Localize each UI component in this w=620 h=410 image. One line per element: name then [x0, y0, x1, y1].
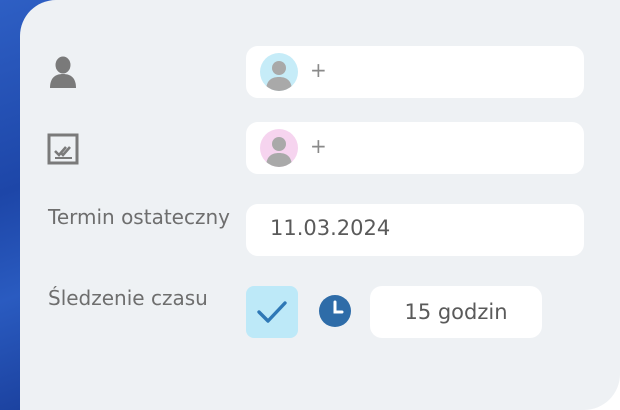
deadline-date-input[interactable]: 11.03.2024	[246, 204, 584, 256]
add-assignee-button[interactable]: +	[310, 58, 327, 82]
person-icon	[46, 54, 80, 88]
user-avatar-icon	[260, 129, 298, 167]
checkmark-icon	[257, 301, 287, 323]
deadline-date-value: 11.03.2024	[270, 216, 391, 240]
clock-icon	[318, 294, 352, 328]
time-tracking-label: Śledzenie czasu	[48, 286, 208, 310]
add-reviewer-button[interactable]: +	[310, 134, 327, 158]
deadline-label: Termin ostateczny	[48, 205, 230, 229]
assignee-field[interactable]: +	[246, 46, 584, 98]
tracked-hours-field[interactable]: 15 godzin	[370, 286, 542, 338]
time-tracking-checkbox[interactable]	[246, 286, 298, 338]
reviewer-field[interactable]: +	[246, 122, 584, 174]
user-avatar-icon	[260, 53, 298, 91]
tracked-hours-value: 15 godzin	[404, 300, 508, 324]
checklist-icon	[46, 132, 80, 166]
